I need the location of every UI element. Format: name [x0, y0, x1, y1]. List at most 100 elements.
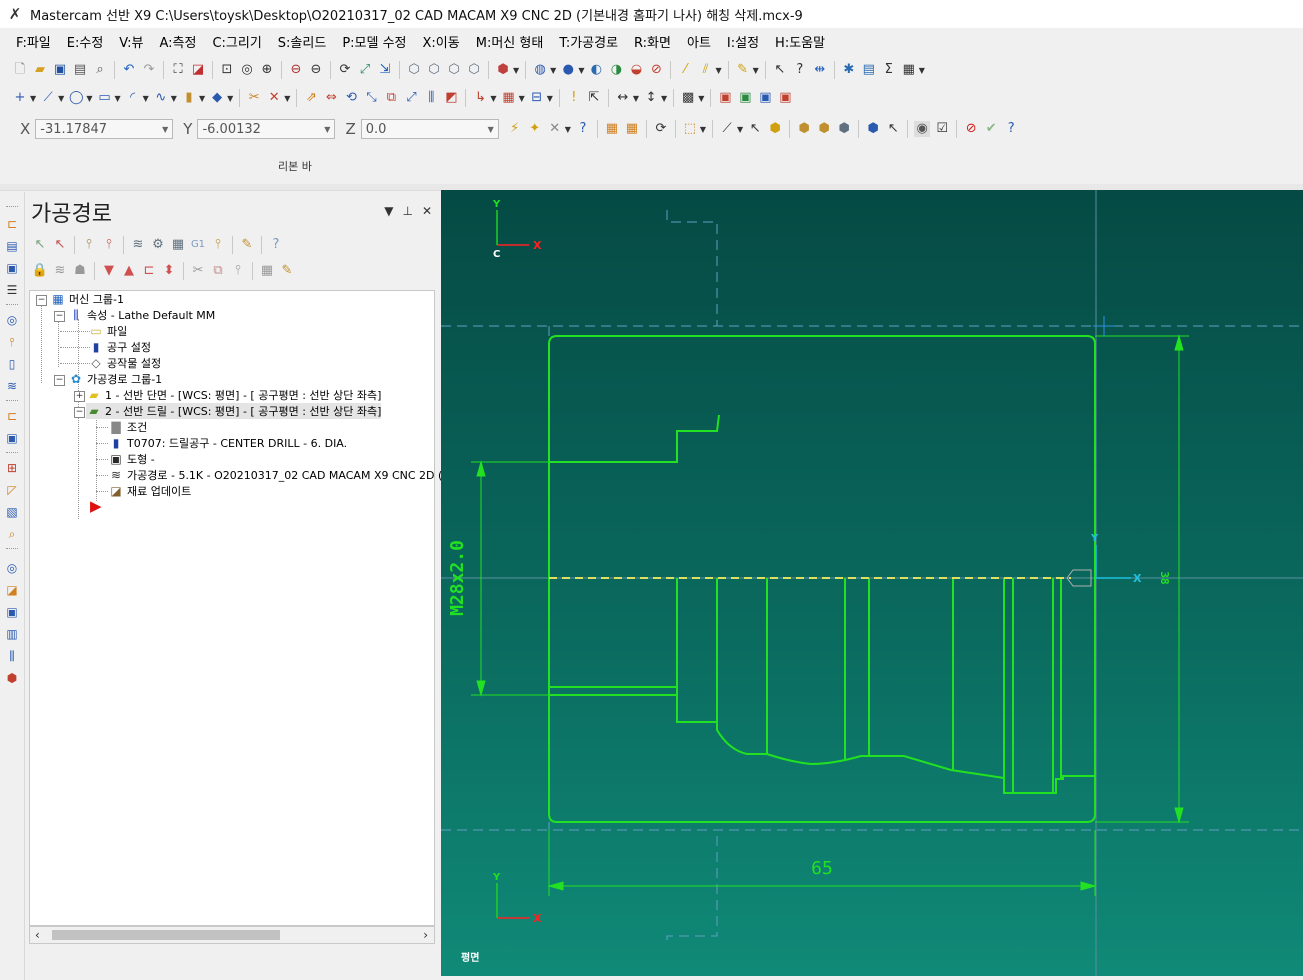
pan-icon[interactable]: ⇲	[377, 62, 393, 78]
tree-item-toolpath-group[interactable]: ✿ 가공경로 그룹-1	[68, 371, 162, 387]
selection-mode-icon[interactable]: ⬚	[682, 121, 698, 137]
help-icon[interactable]: ?	[575, 121, 591, 137]
lathe-canned-icon[interactable]: ≋	[4, 378, 20, 394]
tree-item-stock-setup[interactable]: ◇ 공작물 설정	[88, 355, 161, 371]
menu-help[interactable]: H:도움말	[767, 32, 833, 51]
menu-xform[interactable]: X:이동	[415, 32, 468, 51]
line-icon[interactable]: ⟋	[40, 90, 56, 106]
hatch-icon[interactable]: ▩	[680, 90, 696, 106]
g1-icon[interactable]: G1	[190, 237, 206, 253]
lathe-cutoff-icon[interactable]: ▯	[4, 356, 20, 372]
window-select-icon[interactable]: ⊟	[529, 90, 545, 106]
chevron-down-icon[interactable]: ▼	[547, 94, 553, 103]
mill-pocket-icon[interactable]: ▣	[4, 604, 20, 620]
move-both-icon[interactable]: ⬍	[161, 263, 177, 279]
menu-settings[interactable]: I:설정	[719, 32, 767, 51]
autocursor-icon[interactable]: ✦	[527, 121, 543, 137]
undo-icon[interactable]: ↶	[121, 62, 137, 78]
cursor-point-icon[interactable]: ✕	[547, 121, 563, 137]
xform-mirror-icon[interactable]: ⇔	[323, 90, 339, 106]
menu-screen[interactable]: R:화면	[626, 32, 679, 51]
select-cursor-icon[interactable]: ↖	[885, 121, 901, 137]
view-front-icon[interactable]: ⬡	[426, 62, 442, 78]
menu-art[interactable]: 아트	[679, 32, 719, 51]
tree-horizontal-scrollbar[interactable]: ‹ ›	[29, 926, 435, 944]
cursor-select-icon[interactable]: ↖	[747, 121, 763, 137]
collapse-toggle[interactable]: −	[54, 375, 65, 386]
sigma-icon[interactable]: Σ	[881, 62, 897, 78]
collapse-all-icon[interactable]: ⧉	[210, 263, 226, 279]
tree-item-geometry[interactable]: ▣ 도형 -	[108, 451, 154, 467]
lathe-rough-icon[interactable]: ▤	[4, 238, 20, 254]
ok-check-icon[interactable]: ✔	[983, 121, 999, 137]
y-coord-input[interactable]: -6.00132 ▼	[197, 119, 336, 139]
verify-selection-icon[interactable]: ◉	[914, 121, 931, 137]
stock-model-icon[interactable]: ⬢	[4, 670, 20, 686]
highspeed-icon[interactable]: ✎	[239, 237, 255, 253]
unzoom-icon[interactable]: ⊖	[288, 62, 304, 78]
line-style-icon[interactable]: ⁄	[677, 62, 693, 78]
simulate-icon[interactable]: ▣	[757, 90, 773, 106]
chevron-down-icon[interactable]: ▼	[519, 94, 525, 103]
menu-create[interactable]: C:그리기	[204, 32, 269, 51]
move-down-icon[interactable]: ▼	[101, 263, 117, 279]
chevron-down-icon[interactable]: ▼	[114, 94, 120, 103]
chevron-down-icon[interactable]: ▼	[488, 125, 494, 134]
point-icon[interactable]: +	[12, 90, 28, 106]
tree-item-tool-settings[interactable]: ▮ 공구 설정	[88, 339, 151, 355]
backplot-ops-icon[interactable]: ≋	[130, 237, 146, 253]
graphics-viewport[interactable]: M28x2.0 65 38 X Y X Y C X Y 평면	[441, 190, 1303, 976]
clipboard-check-icon[interactable]: ☑	[934, 121, 950, 137]
fit-screen-icon[interactable]: ⛶	[170, 62, 186, 78]
attribute-icon[interactable]: ✎	[735, 62, 751, 78]
refresh-icon[interactable]: ⟳	[653, 121, 669, 137]
chevron-right-icon[interactable]: ›	[423, 928, 428, 942]
chevron-down-icon[interactable]: ▼	[700, 125, 706, 134]
chevron-down-icon[interactable]: ▼	[715, 66, 721, 75]
chevron-down-icon[interactable]: ▼	[737, 125, 743, 134]
addins-icon[interactable]: ✱	[841, 62, 857, 78]
mill-face-icon[interactable]: ◎	[4, 560, 20, 576]
chevron-left-icon[interactable]: ‹	[35, 928, 40, 942]
menu-solids[interactable]: S:솔리드	[270, 32, 335, 51]
group-icon[interactable]: ⫯	[230, 263, 246, 279]
chevron-down-icon[interactable]: ▼	[513, 66, 519, 75]
surface-icon[interactable]: ▮	[181, 90, 197, 106]
tree-item-op2[interactable]: ▰ 2 - 선반 드릴 - [WCS: 평면] - [ 공구평면 : 선반 상단…	[86, 403, 382, 419]
dimension-horizontal-icon[interactable]: ↔	[615, 90, 631, 106]
arc-icon[interactable]: ◜	[125, 90, 141, 106]
chevron-down-icon[interactable]: ▼	[171, 94, 177, 103]
rectangular-array-icon[interactable]: ▦	[501, 90, 517, 106]
stop-icon[interactable]: ⊘	[963, 121, 979, 137]
xform-stretch-icon[interactable]: ⤢	[403, 90, 419, 106]
analyze-icon[interactable]: ↖	[772, 62, 788, 78]
chevron-down-icon[interactable]: ▼	[143, 94, 149, 103]
lathe-face-icon[interactable]: ⊏	[4, 216, 20, 232]
move-insert-icon[interactable]: ⊏	[141, 263, 157, 279]
options-icon[interactable]: ▤	[861, 62, 877, 78]
menu-view[interactable]: V:뷰	[111, 32, 151, 51]
zoom-dynamic-icon[interactable]: ⊕	[259, 62, 275, 78]
chevron-down-icon[interactable]: ▼	[58, 94, 64, 103]
spline-icon[interactable]: ∿	[153, 90, 169, 106]
xform-roll-icon[interactable]: ↳	[472, 90, 488, 106]
tree-item-properties[interactable]: ⫼ 속성 - Lathe Default MM	[68, 307, 215, 323]
tree-item-toolpath[interactable]: ≋ 가공경로 - 5.1K - O20210317_02 CAD MACAM X…	[108, 467, 463, 483]
tree-item-op1[interactable]: ▰ 1 - 선반 단면 - [WCS: 평면] - [ 공구평면 : 선반 상단…	[86, 387, 381, 403]
zoom-window-icon[interactable]: ⊡	[219, 62, 235, 78]
chevron-down-icon[interactable]: ▼	[199, 94, 205, 103]
fast-point-icon[interactable]: ⚡	[507, 121, 523, 137]
dimension-vertical-icon[interactable]: ↕	[643, 90, 659, 106]
tree-item-machine-group[interactable]: ▦ 머신 그룹-1	[50, 291, 124, 307]
chevron-down-icon[interactable]: ▼	[86, 94, 92, 103]
edit-toolpath-icon[interactable]: ✎	[279, 263, 295, 279]
view-top-icon[interactable]: ⬡	[406, 62, 422, 78]
zoom-out-icon[interactable]: ⊖	[308, 62, 324, 78]
chevron-down-icon[interactable]: ▼	[661, 94, 667, 103]
select-all-ops-icon[interactable]: ↖	[32, 237, 48, 253]
regenerate-selected-icon[interactable]: ⫯	[81, 237, 97, 253]
select-behind-icon[interactable]: ⬢	[865, 121, 881, 137]
menu-file[interactable]: F:파일	[0, 32, 59, 51]
insert-arrow-icon[interactable]: ▶	[90, 497, 102, 515]
menu-edit[interactable]: E:수정	[59, 32, 112, 51]
